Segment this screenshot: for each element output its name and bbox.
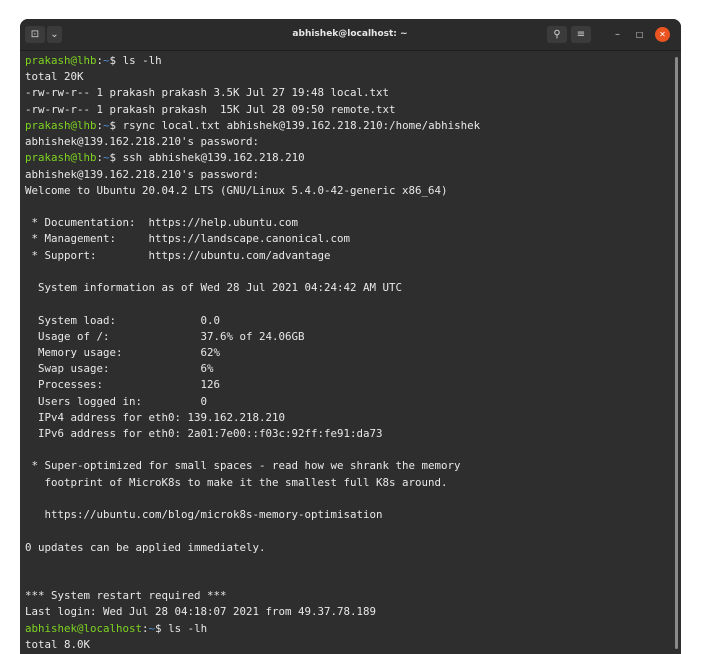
- window-title: abhishek@localhost: ~: [292, 29, 408, 39]
- command-text: ls -lh: [168, 621, 208, 635]
- terminal-output-line: * Super-optimized for small spaces - rea…: [25, 458, 670, 474]
- output-text: Users logged in: 0: [25, 394, 208, 408]
- search-icon[interactable]: ⚲: [547, 26, 567, 43]
- terminal-output-line: https://ubuntu.com/blog/microk8s-memory-…: [25, 507, 670, 523]
- output-text: total 20K: [25, 70, 84, 84]
- output-text: Processes: 126: [25, 378, 221, 392]
- command-text: rsync local.txt abhishek@139.162.218.210…: [122, 118, 481, 132]
- maximize-icon[interactable]: □: [632, 27, 647, 42]
- terminal-output-line: abhishek@139.162.218.210's password:: [25, 134, 670, 150]
- terminal-output-line: * Support: https://ubuntu.com/advantage: [25, 248, 670, 264]
- terminal-output-line: Usage of /: 37.6% of 24.06GB: [25, 329, 670, 345]
- terminal-output-line: total 8.0K: [25, 637, 670, 653]
- terminal-output-line: Users logged in: 0: [25, 394, 670, 410]
- command-text: ls -lh: [122, 54, 162, 67]
- terminal-output-line: -rw-rw-r-- 1 prakash prakash 3.5K Jul 27…: [25, 85, 670, 101]
- output-text: Last login: Wed Jul 28 04:18:07 2021 fro…: [25, 605, 377, 619]
- output-text: *** System restart required ***: [25, 589, 227, 603]
- terminal-output-line: IPv6 address for eth0: 2a01:7e00::f03c:9…: [25, 426, 670, 442]
- prompt-user: prakash@lhb: [25, 151, 97, 165]
- output-text: Memory usage: 62%: [25, 345, 221, 359]
- terminal-output-line: Welcome to Ubuntu 20.04.2 LTS (GNU/Linux…: [25, 183, 670, 199]
- output-text: Usage of /: 37.6% of 24.06GB: [25, 329, 305, 343]
- new-tab-icon[interactable]: ⊡: [25, 26, 45, 43]
- output-text: IPv4 address for eth0: 139.162.218.210: [25, 410, 286, 424]
- output-text: abhishek@139.162.218.210's password:: [25, 135, 260, 149]
- terminal-output-line: System information as of Wed 28 Jul 2021…: [25, 280, 670, 296]
- terminal-output-line: Last login: Wed Jul 28 04:18:07 2021 fro…: [25, 604, 670, 620]
- terminal-window: ⊡ ⌄ abhishek@localhost: ~ ⚲ ≡ – □ ✕ prak…: [20, 19, 681, 654]
- close-icon[interactable]: ✕: [655, 27, 670, 42]
- output-text: -rw-rw-r-- 1 prakash prakash 3.5K Jul 27…: [25, 86, 390, 100]
- output-text: https://ubuntu.com/blog/microk8s-memory-…: [25, 508, 383, 522]
- output-text: abhishek@139.162.218.210's password:: [25, 167, 260, 181]
- output-text: IPv6 address for eth0: 2a01:7e00::f03c:9…: [25, 427, 383, 441]
- output-text: System load: 0.0: [25, 313, 221, 327]
- title-bar[interactable]: ⊡ ⌄ abhishek@localhost: ~ ⚲ ≡ – □ ✕: [20, 19, 681, 51]
- output-text: Swap usage: 6%: [25, 362, 214, 376]
- output-text: total 8.0K: [25, 637, 91, 651]
- output-text: 0 updates can be applied immediately.: [25, 540, 266, 554]
- chevron-down-icon[interactable]: ⌄: [47, 26, 62, 43]
- output-text: * Support: https://ubuntu.com/advantage: [25, 248, 331, 262]
- terminal-output-line: System load: 0.0: [25, 313, 670, 329]
- terminal-prompt-line: abhishek@localhost:~$ ls -lh: [25, 621, 670, 637]
- terminal-output-line: 0 updates can be applied immediately.: [25, 540, 670, 556]
- terminal-output-line: * Management: https://landscape.canonica…: [25, 231, 670, 247]
- output-text: -rw-rw-r-- 1 prakash prakash 15K Jul 28 …: [25, 102, 396, 116]
- prompt-user: prakash@lhb: [25, 118, 97, 132]
- terminal-prompt-line: prakash@lhb:~$ ssh abhishek@139.162.218.…: [25, 150, 670, 166]
- output-text: * Management: https://landscape.canonica…: [25, 232, 351, 246]
- terminal-output-line: footprint of MicroK8s to make it the sma…: [25, 475, 670, 491]
- terminal-output-line: Processes: 126: [25, 377, 670, 393]
- terminal-output-line: total 20K: [25, 69, 670, 85]
- prompt-symbol: $: [155, 621, 169, 635]
- prompt-user: prakash@lhb: [25, 54, 97, 67]
- terminal-output[interactable]: prakash@lhb:~$ ls -lh total 20K -rw-rw-r--…: [20, 51, 681, 654]
- output-text: System information as of Wed 28 Jul 2021…: [25, 281, 403, 295]
- prompt-symbol: $: [109, 54, 123, 67]
- prompt-user: abhishek@localhost: [25, 621, 143, 635]
- terminal-output-line: -rw-rw-r-- 1 prakash prakash 15K Jul 28 …: [25, 102, 670, 118]
- terminal-output-line: *** System restart required ***: [25, 588, 670, 604]
- terminal-output-line: Swap usage: 6%: [25, 361, 670, 377]
- command-text: ssh abhishek@139.162.218.210: [122, 151, 305, 165]
- minimize-icon[interactable]: –: [610, 27, 625, 42]
- prompt-symbol: $: [109, 118, 123, 132]
- terminal-prompt-line: prakash@lhb:~$ rsync local.txt abhishek@…: [25, 118, 670, 134]
- scrollbar[interactable]: [675, 57, 678, 649]
- terminal-output-line: IPv4 address for eth0: 139.162.218.210: [25, 410, 670, 426]
- terminal-lines: prakash@lhb:~$ ls -lh total 20K -rw-rw-r--…: [25, 53, 670, 653]
- output-text: * Documentation: https://help.ubuntu.com: [25, 216, 299, 230]
- output-text: * Super-optimized for small spaces - rea…: [25, 459, 461, 473]
- terminal-output-line: abhishek@139.162.218.210's password:: [25, 167, 670, 183]
- terminal-output-line: * Documentation: https://help.ubuntu.com: [25, 215, 670, 231]
- output-text: footprint of MicroK8s to make it the sma…: [25, 475, 448, 489]
- output-text: Welcome to Ubuntu 20.04.2 LTS (GNU/Linux…: [25, 183, 448, 197]
- terminal-output-line: Memory usage: 62%: [25, 345, 670, 361]
- terminal-prompt-line: prakash@lhb:~$ ls -lh: [25, 53, 670, 69]
- hamburger-menu-icon[interactable]: ≡: [571, 26, 591, 43]
- prompt-symbol: $: [109, 151, 123, 165]
